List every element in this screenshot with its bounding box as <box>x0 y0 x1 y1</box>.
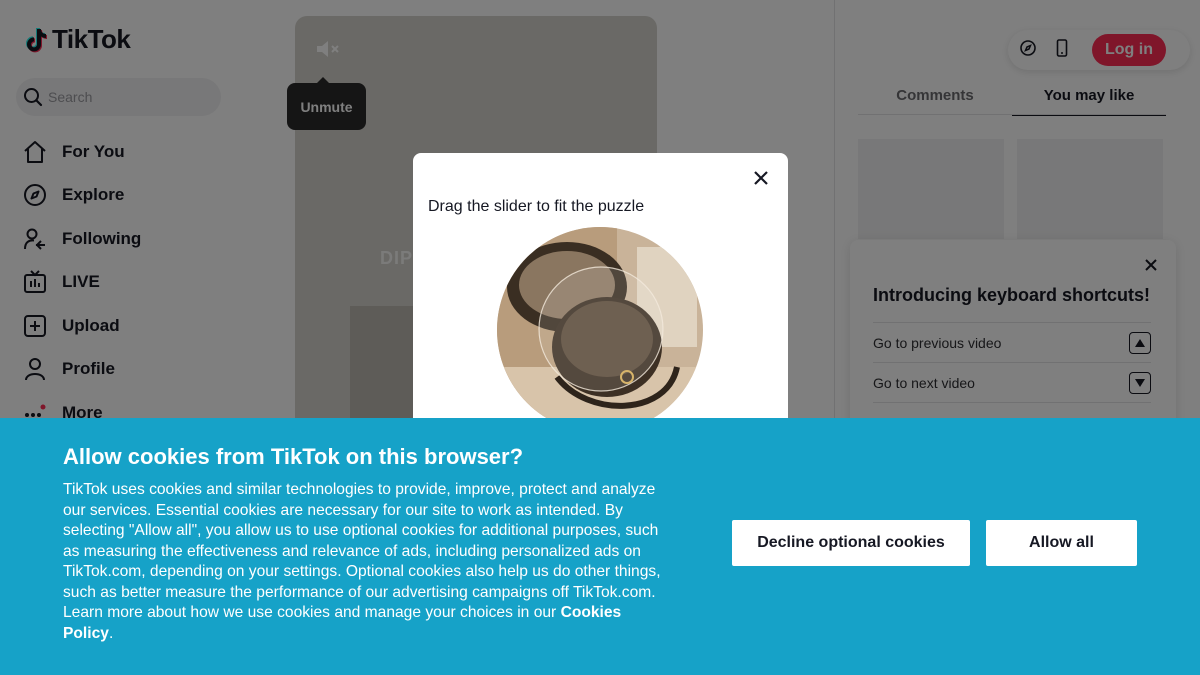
captcha-modal: Drag the slider to fit the puzzle <box>413 153 788 453</box>
close-icon[interactable] <box>752 169 770 187</box>
cookie-banner-body: TikTok uses cookies and similar technolo… <box>63 480 663 644</box>
cookie-consent-banner: Allow cookies from TikTok on this browse… <box>0 418 1200 675</box>
decline-optional-cookies-button[interactable]: Decline optional cookies <box>732 520 970 566</box>
allow-all-cookies-button[interactable]: Allow all <box>986 520 1137 566</box>
captcha-title: Drag the slider to fit the puzzle <box>428 198 645 215</box>
cookie-body-end: . <box>108 624 114 642</box>
cookie-banner-title: Allow cookies from TikTok on this browse… <box>63 444 524 469</box>
cookie-body-text: TikTok uses cookies and similar technolo… <box>63 481 661 621</box>
captcha-puzzle-image <box>497 227 703 433</box>
tiktok-page: TikTok For You Explore Following LIVE Up… <box>0 0 1200 675</box>
